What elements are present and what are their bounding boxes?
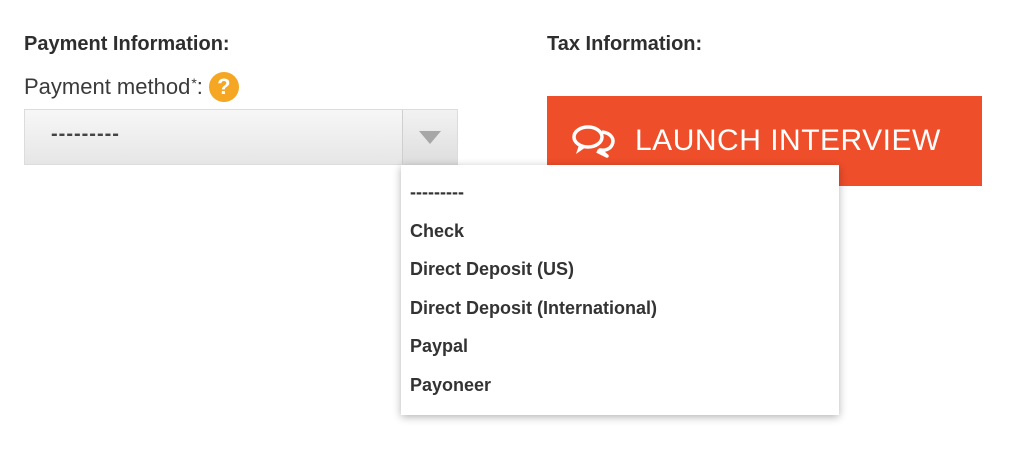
launch-interview-label: LAUNCH INTERVIEW [635,124,941,157]
tax-information-heading: Tax Information: [547,33,703,55]
option-none[interactable]: --------- [401,173,839,212]
option-paypal[interactable]: Paypal [401,327,839,366]
payment-information-heading: Payment Information: [24,33,230,55]
question-circle-icon[interactable]: ? [208,72,239,102]
required-asterisk: * [191,75,197,91]
payment-method-select[interactable]: --------- [24,109,458,165]
label-colon: : [196,74,203,99]
option-direct-deposit-us[interactable]: Direct Deposit (US) [401,250,839,289]
payment-method-label-text: Payment method [24,74,191,99]
option-check[interactable]: Check [401,212,839,251]
chat-bubbles-icon [572,125,615,158]
payment-method-selected-value: --------- [51,123,120,145]
payment-method-dropdown: --------- Check Direct Deposit (US) Dire… [401,165,839,415]
option-payoneer[interactable]: Payoneer [401,366,839,405]
option-direct-deposit-international[interactable]: Direct Deposit (International) [401,289,839,328]
payment-method-label: Payment method *: ? [24,72,239,102]
chevron-down-icon[interactable] [402,110,457,164]
